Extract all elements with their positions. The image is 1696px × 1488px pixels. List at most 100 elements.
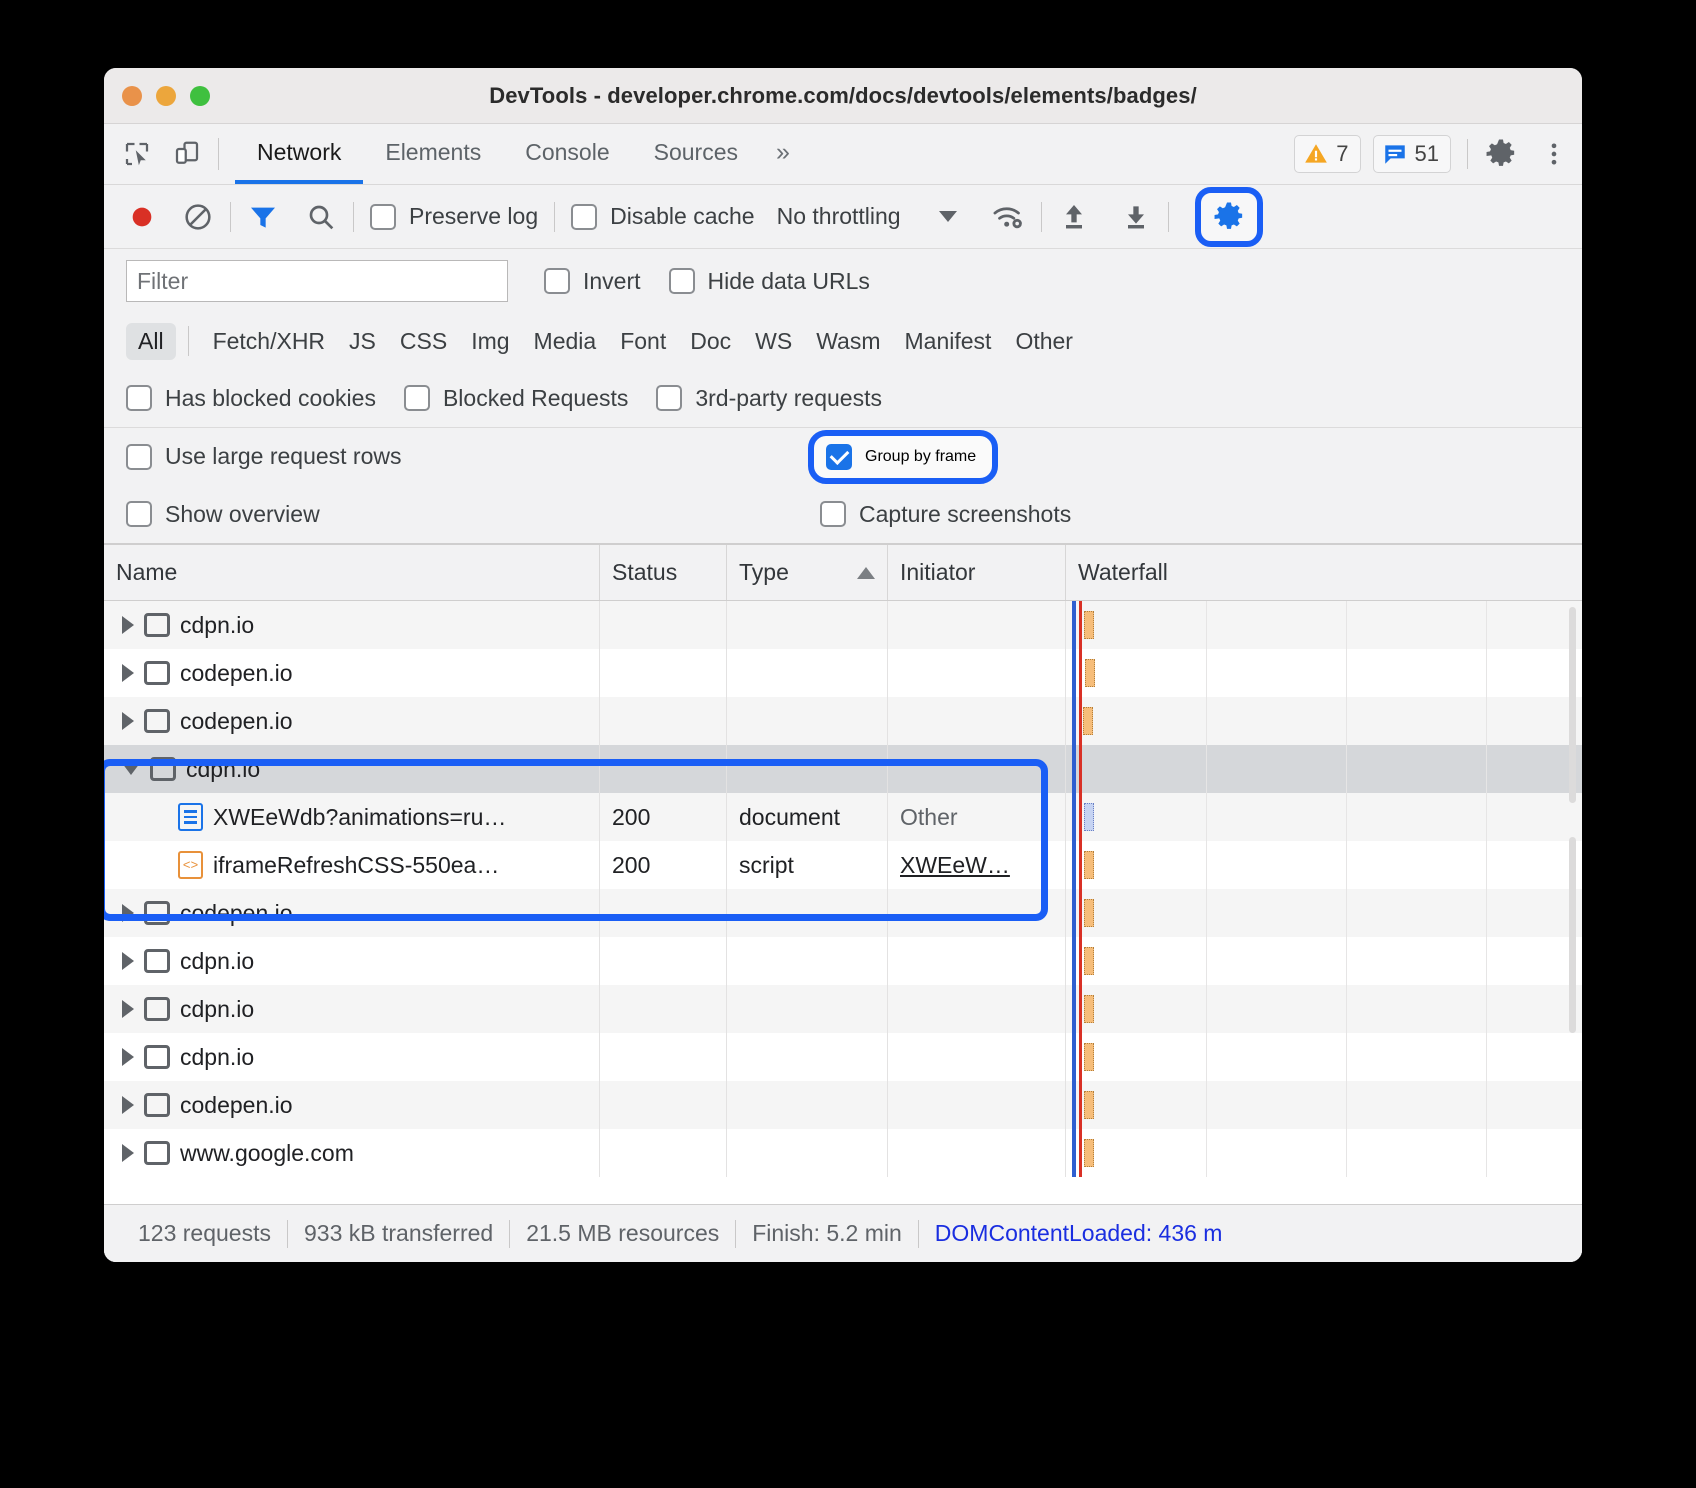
load-event-marker — [1079, 1129, 1082, 1177]
expand-triangle-icon[interactable] — [122, 1096, 134, 1114]
window-title: DevTools - developer.chrome.com/docs/dev… — [104, 83, 1582, 109]
use-large-request-rows-checkbox[interactable]: Use large request rows — [126, 443, 820, 470]
type-filter-font[interactable]: Font — [608, 323, 678, 360]
download-har-icon[interactable] — [1120, 201, 1152, 233]
cell-name: XWEeWdb?animations=ru… — [104, 793, 600, 841]
table-row[interactable]: codepen.io — [104, 889, 1582, 937]
expand-triangle-icon[interactable] — [122, 904, 134, 922]
cell-type-value: script — [739, 852, 794, 879]
tab-sources[interactable]: Sources — [632, 124, 760, 184]
load-event-marker — [1079, 1081, 1082, 1129]
type-filter-ws[interactable]: WS — [743, 323, 804, 360]
capture-screenshots-checkbox[interactable]: Capture screenshots — [820, 501, 1071, 528]
cell-waterfall — [1066, 889, 1582, 937]
cell-name: codepen.io — [104, 1081, 600, 1129]
expand-triangle-icon[interactable] — [122, 1048, 134, 1066]
table-row[interactable]: cdpn.io — [104, 1033, 1582, 1081]
type-filter-css[interactable]: CSS — [388, 323, 459, 360]
expand-triangle-icon[interactable] — [122, 1144, 134, 1162]
group-by-frame-checkbox[interactable]: Group by frame — [808, 430, 998, 484]
invert-checkbox[interactable]: Invert — [544, 268, 641, 295]
cell-initiator: Other — [888, 793, 1066, 841]
wifi-settings-icon[interactable] — [991, 202, 1025, 232]
type-filter-js[interactable]: JS — [337, 323, 388, 360]
show-overview-label: Show overview — [165, 501, 320, 528]
expand-triangle-icon[interactable] — [122, 664, 134, 682]
load-event-marker — [1079, 745, 1082, 793]
waterfall-bar — [1084, 947, 1094, 975]
request-name: codepen.io — [180, 1092, 293, 1119]
type-filter-fetch-xhr[interactable]: Fetch/XHR — [201, 323, 337, 360]
network-request-table: Name Status Type Initiator Waterfall cdp… — [104, 543, 1582, 1262]
table-row[interactable]: www.google.com — [104, 1129, 1582, 1177]
upload-har-icon[interactable] — [1058, 201, 1090, 233]
table-row[interactable]: cdpn.io — [104, 937, 1582, 985]
type-filter-manifest[interactable]: Manifest — [893, 323, 1004, 360]
kebab-menu-icon[interactable] — [1540, 140, 1568, 168]
blocked-requests-checkbox[interactable]: Blocked Requests — [404, 385, 628, 412]
waterfall-gridline — [1206, 889, 1207, 937]
table-row[interactable]: codepen.io — [104, 697, 1582, 745]
column-header-name[interactable]: Name — [104, 545, 600, 600]
disable-cache-checkbox[interactable]: Disable cache — [571, 203, 754, 230]
clear-network-log-icon[interactable] — [182, 201, 214, 233]
has-blocked-cookies-checkbox[interactable]: Has blocked cookies — [126, 385, 376, 412]
tab-network[interactable]: Network — [235, 124, 363, 184]
type-filter-wasm[interactable]: Wasm — [804, 323, 892, 360]
type-filter-media[interactable]: Media — [522, 323, 609, 360]
tab-bar-left-icons — [122, 124, 202, 184]
waterfall-gridline — [1486, 1033, 1487, 1081]
messages-badge[interactable]: 51 — [1373, 135, 1451, 173]
gear-icon[interactable] — [1484, 137, 1518, 171]
search-icon[interactable] — [305, 201, 337, 233]
table-row[interactable]: cdpn.io — [104, 745, 1582, 793]
hide-data-urls-checkbox[interactable]: Hide data URLs — [669, 268, 870, 295]
waterfall-gridline — [1206, 793, 1207, 841]
vertical-scrollbar[interactable] — [1569, 601, 1576, 1204]
title-bar: DevTools - developer.chrome.com/docs/dev… — [104, 68, 1582, 124]
record-button-icon[interactable] — [126, 201, 158, 233]
frame-icon — [144, 1093, 170, 1117]
warnings-badge[interactable]: 7 — [1294, 135, 1360, 173]
show-overview-checkbox[interactable]: Show overview — [126, 501, 820, 528]
search-input[interactable] — [126, 260, 508, 302]
collapse-triangle-icon[interactable] — [122, 763, 140, 775]
filter-bar: Invert Hide data URLs — [104, 249, 1582, 313]
throttling-dropdown[interactable]: No throttling — [777, 203, 957, 230]
waterfall-gridline — [1486, 1081, 1487, 1129]
expand-triangle-icon[interactable] — [122, 952, 134, 970]
inspect-element-icon[interactable] — [122, 139, 152, 169]
network-settings-gear-icon[interactable] — [1195, 187, 1263, 247]
type-filter-doc[interactable]: Doc — [678, 323, 743, 360]
filter-funnel-icon[interactable] — [247, 201, 279, 233]
more-tabs-chevron-icon[interactable]: » — [760, 124, 806, 184]
expand-triangle-icon[interactable] — [122, 1000, 134, 1018]
preserve-log-checkbox[interactable]: Preserve log — [370, 203, 538, 230]
type-filter-all[interactable]: All — [126, 323, 176, 360]
type-filter-img[interactable]: Img — [459, 323, 521, 360]
tab-console[interactable]: Console — [503, 124, 631, 184]
cell-initiator — [888, 649, 1066, 697]
cell-status — [600, 937, 727, 985]
initiator-link[interactable]: XWEeW… — [900, 852, 1010, 879]
column-header-type[interactable]: Type — [727, 545, 888, 600]
type-filter-other[interactable]: Other — [1003, 323, 1085, 360]
table-row[interactable]: codepen.io — [104, 649, 1582, 697]
waterfall-gridline — [1346, 793, 1347, 841]
table-row[interactable]: cdpn.io — [104, 985, 1582, 1033]
table-row[interactable]: XWEeWdb?animations=ru…200documentOther — [104, 793, 1582, 841]
table-row[interactable]: codepen.io — [104, 1081, 1582, 1129]
table-row[interactable]: cdpn.io — [104, 601, 1582, 649]
cell-type — [727, 937, 888, 985]
column-header-initiator[interactable]: Initiator — [888, 545, 1066, 600]
dom-content-loaded-marker — [1072, 841, 1076, 889]
column-header-status[interactable]: Status — [600, 545, 727, 600]
expand-triangle-icon[interactable] — [122, 712, 134, 730]
column-header-waterfall[interactable]: Waterfall — [1066, 545, 1582, 600]
device-toolbar-icon[interactable] — [172, 139, 202, 169]
dom-content-loaded-marker — [1072, 649, 1076, 697]
table-row[interactable]: <>iframeRefreshCSS-550ea…200scriptXWEeW… — [104, 841, 1582, 889]
tab-elements[interactable]: Elements — [363, 124, 503, 184]
third-party-requests-checkbox[interactable]: 3rd-party requests — [656, 385, 882, 412]
expand-triangle-icon[interactable] — [122, 616, 134, 634]
